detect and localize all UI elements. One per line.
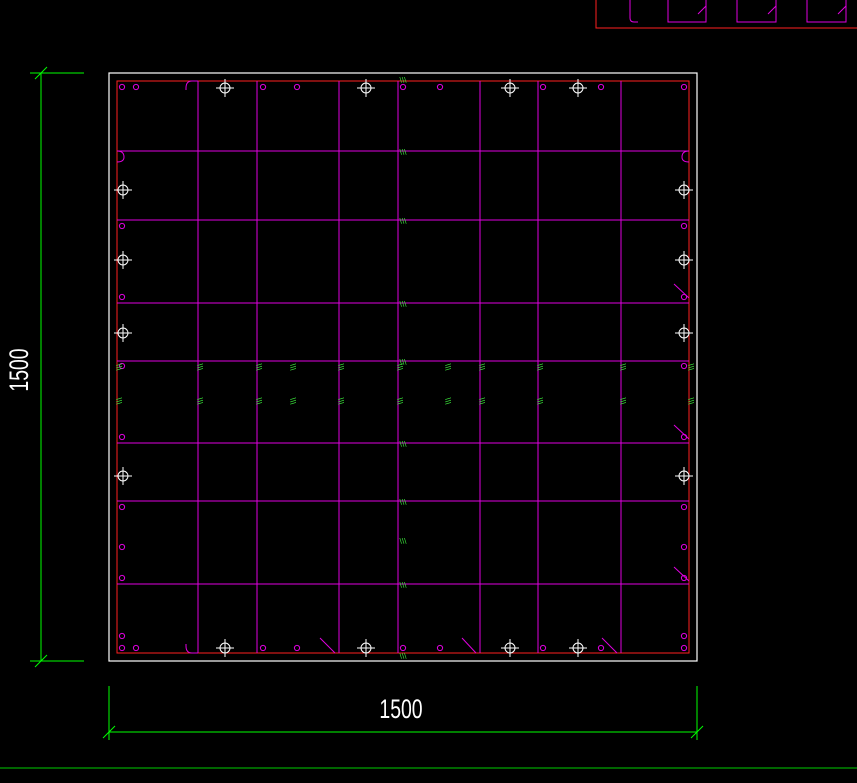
rebar-label: \\\: [536, 363, 544, 371]
rebar-label: \\\: [399, 148, 407, 156]
lifting-marker: [675, 467, 693, 485]
rebar-label: \\\: [399, 581, 407, 589]
rebar-hook: [116, 150, 125, 163]
rebar-hook: [319, 637, 336, 654]
rebar-label: \\\: [619, 363, 627, 371]
rebar-dot: [680, 293, 688, 301]
rebar-dot: [539, 644, 547, 652]
rebar-label: \\\: [396, 363, 404, 371]
rebar-label: \\\: [444, 397, 452, 405]
rebar-dot: [399, 83, 407, 91]
rebar-labels: \\\ \\\ \\\ \\\ \\\ \\\ \\\ \\\ \\\ \\\ \\\ \\\ \\\ \…: [115, 76, 695, 660]
rebar-dot: [259, 83, 267, 91]
rebar-dot: [680, 362, 688, 370]
rebar-dot: [118, 574, 126, 582]
dimension-vertical-text: 1500: [4, 348, 34, 391]
rebar-label: \\\: [289, 397, 297, 405]
lifting-marker: [569, 639, 587, 657]
rebar-label: \\\: [478, 363, 486, 371]
rebar-dot: [436, 644, 444, 652]
rebar-dot: [118, 83, 126, 91]
rebar-label: \\\: [115, 397, 123, 405]
lifting-marker: [675, 251, 693, 269]
lifting-marker: [216, 79, 234, 97]
rebar-label: \\\: [396, 397, 404, 405]
rebar-dot: [539, 83, 547, 91]
rebar-dot: [680, 543, 688, 551]
rebar-dot: [680, 632, 688, 640]
rebar-dot: [118, 433, 126, 441]
rebar-label: \\\: [399, 217, 407, 225]
rebar-dot: [680, 644, 688, 652]
partial-detail-top-right: [595, 0, 857, 29]
rebar-dot: [132, 644, 140, 652]
rebar-label: \\\: [399, 652, 407, 660]
rebar-label: \\\: [255, 363, 263, 371]
rebar-label: \\\: [619, 397, 627, 405]
lifting-marker: [216, 639, 234, 657]
rebar-label: \\\: [687, 363, 695, 371]
rebar-dot: [597, 83, 605, 91]
rebar-dot: [118, 543, 126, 551]
rebar-label: \\\: [444, 363, 452, 371]
rebar-label: \\\: [255, 397, 263, 405]
rebar-dot: [680, 83, 688, 91]
lifting-marker: [357, 639, 375, 657]
rebar-label: \\\: [196, 363, 204, 371]
cad-drawing-canvas[interactable]: \\\ \\\ \\\ \\\ \\\ \\\ \\\ \\\ \\\ \\\ \\\ \\\ \\\ \…: [0, 0, 857, 783]
dimension-vertical[interactable]: [30, 66, 84, 668]
rebar-label: \\\: [478, 397, 486, 405]
rebar-dot: [293, 644, 301, 652]
rebar-label: \\\: [289, 363, 297, 371]
rebar-dot: [436, 83, 444, 91]
rebar-label: \\\: [337, 363, 345, 371]
lifting-marker: [357, 79, 375, 97]
rebar-label: \\\: [196, 397, 204, 405]
rebar-dot: [118, 503, 126, 511]
rebar-hook: [185, 644, 198, 654]
lifting-marker: [569, 79, 587, 97]
rebar-dot: [680, 433, 688, 441]
lifting-marker: [675, 181, 693, 199]
rebar-dot: [399, 644, 407, 652]
rebar-label: \\\: [399, 300, 407, 308]
rebar-dot: [680, 503, 688, 511]
rebar-label: \\\: [399, 498, 407, 506]
rebar-dot: [293, 83, 301, 91]
rebar-hook: [681, 150, 690, 163]
rebar-hook: [461, 637, 477, 654]
rebar-dot: [118, 293, 126, 301]
rebar-label: \\\: [399, 76, 407, 84]
rebar-dot: [118, 632, 126, 640]
lifting-marker: [675, 324, 693, 342]
lifting-marker: [501, 79, 519, 97]
rebar-dot: [597, 644, 605, 652]
rebar-dot: [132, 83, 140, 91]
rebar-hook: [185, 80, 198, 90]
lifting-marker: [501, 639, 519, 657]
rebar-hook: [601, 637, 618, 654]
rebar-dot: [118, 222, 126, 230]
rebar-dot: [259, 644, 267, 652]
rebar-label: \\\: [337, 397, 345, 405]
rebar-label: \\\: [399, 440, 407, 448]
rebar-dot: [118, 644, 126, 652]
rebar-label: \\\: [687, 397, 695, 405]
rebar-label: \\\: [536, 397, 544, 405]
dimension-horizontal-text: 1500: [379, 694, 422, 724]
rebar-label: \\\: [115, 363, 123, 371]
rebar-dot: [680, 222, 688, 230]
rebar-label: \\\: [399, 537, 407, 545]
